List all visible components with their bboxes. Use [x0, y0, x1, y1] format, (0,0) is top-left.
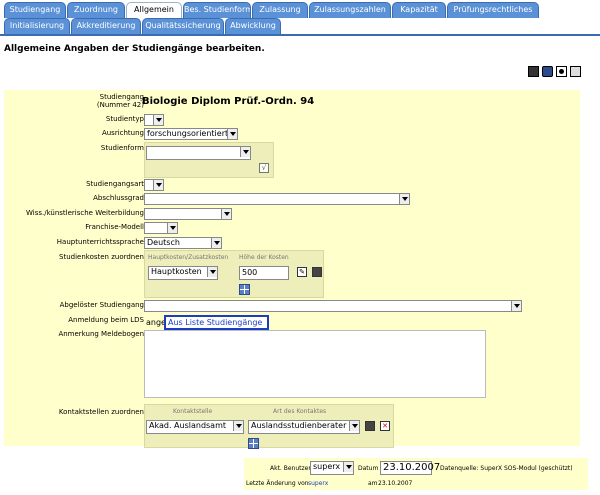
am-datum: 23.10.2007 — [378, 480, 413, 487]
studientyp-label: Studientyp — [105, 115, 144, 123]
kontaktstellen-box: Kontaktstelle Art des Kontaktes Akad. Au… — [144, 404, 394, 449]
tab-initialisierung[interactable]: Initialisierung — [4, 18, 70, 34]
studienkosten-label: Studienkosten zuordnen — [59, 253, 144, 261]
franchise-select[interactable] — [144, 222, 178, 234]
lamp-icon[interactable] — [556, 66, 567, 77]
checkmark-icon[interactable]: √ — [259, 163, 269, 173]
page-title: Allgemeine Angaben der Studiengänge bear… — [4, 44, 265, 54]
letzte-aenderung-user[interactable]: superx — [308, 480, 328, 487]
tab-kapazitaet[interactable]: Kapazität — [392, 2, 446, 18]
studienform-box: √ — [144, 142, 274, 178]
studiengangsart-label: Studiengangsart — [86, 180, 144, 188]
tab-pruefungsrechtliches[interactable]: Prüfungsrechtliches — [447, 2, 539, 18]
kontaktstelle-header: Kontaktstelle — [173, 408, 213, 415]
studienform-select[interactable] — [146, 146, 251, 160]
print-icon[interactable] — [570, 66, 581, 77]
anmerkung-textarea[interactable] — [144, 330, 486, 398]
studiengang-label: Studiengang — [99, 93, 144, 101]
kontaktart-select[interactable]: Auslandsstudienberater — [248, 420, 360, 434]
tab-divider — [0, 34, 600, 36]
delete-icon[interactable]: ✕ — [380, 421, 390, 431]
kontaktstelle-select[interactable]: Akad. Auslandsamt — [146, 420, 244, 434]
benutzer-label: Akt. Benutzer — [270, 465, 311, 472]
studiengang-name: Biologie Diplom Prüf.-Ordn. 94 — [142, 96, 315, 107]
datenquelle-text: Datenquelle: SuperX SOS-Modul (geschützt… — [440, 465, 573, 472]
hauptunterrichtssprache-select[interactable]: Deutsch — [144, 237, 222, 249]
edit-icon[interactable]: ✎ — [297, 267, 307, 277]
datum-label: Datum — [358, 465, 379, 472]
tab-studiengang[interactable]: Studiengang — [4, 2, 66, 18]
kostenhoehe-input[interactable]: 500 — [239, 266, 289, 280]
tab-zulassung[interactable]: Zulassung — [252, 2, 308, 18]
studiengang-number: (Nummer 42) — [96, 101, 144, 109]
save-row-icon[interactable] — [312, 267, 322, 277]
studientyp-select[interactable] — [144, 114, 164, 126]
footer-info: Akt. Benutzer superx Datum 23.10.2007 Da… — [244, 458, 588, 490]
tab-zuordnung[interactable]: Zuordnung — [67, 2, 125, 18]
studienform-label: Studienform — [100, 144, 144, 152]
tab-bes-studienform[interactable]: Bes. Studienform — [183, 2, 251, 18]
kontaktstellen-label: Kontaktstellen zuordnen — [58, 408, 144, 416]
abschlussgrad-select[interactable] — [144, 193, 410, 205]
tab-qualitaetssicherung[interactable]: Qualitätssicherung — [142, 18, 224, 34]
anmeldung-value: ange — [146, 318, 166, 327]
add-row-icon[interactable] — [239, 284, 250, 295]
anmeldung-label: Anmeldung beim LDS — [68, 316, 144, 324]
ausrichtung-label: Ausrichtung — [101, 129, 144, 137]
franchise-label: Franchise-Modell — [85, 223, 144, 231]
anmerkung-label: Anmerkung Meldebogen — [58, 330, 144, 338]
abschlussgrad-label: Abschlussgrad — [93, 194, 144, 202]
weiterbildung-select[interactable] — [144, 208, 232, 220]
hauptunterrichtssprache-label: Hauptunterrichtssprache — [56, 238, 144, 246]
weiterbildung-label: Wiss./künstlerische Weiterbildung — [25, 209, 144, 217]
studiengangsart-select[interactable] — [144, 179, 164, 191]
anmeldung-popup[interactable]: Aus Liste Studiengänge — [164, 315, 269, 330]
save-contact-icon[interactable] — [365, 421, 375, 431]
kostenart-header: Hauptkosten/Zusatzkosten — [148, 254, 229, 261]
tab-zulassungszahlen[interactable]: Zulassungszahlen — [309, 2, 391, 18]
form-area: Studiengang (Nummer 42) Biologie Diplom … — [4, 90, 580, 449]
am-label: am — [368, 480, 378, 487]
datum-input[interactable]: 23.10.2007 — [380, 461, 440, 475]
kontaktart-header: Art des Kontaktes — [273, 408, 327, 415]
add-contact-icon[interactable] — [248, 438, 259, 449]
save-icon[interactable] — [528, 66, 539, 77]
benutzer-select[interactable]: superx — [310, 461, 354, 475]
kostenart-select[interactable]: Hauptkosten — [148, 266, 218, 280]
ausrichtung-select[interactable]: forschungsorientiert — [144, 128, 238, 140]
tab-akkreditierung[interactable]: Akkreditierung — [71, 18, 141, 34]
letzte-aenderung-label: Letzte Änderung von — [246, 480, 309, 487]
tab-allgemein[interactable]: Allgemein — [126, 2, 182, 18]
studienkosten-box: Hauptkosten/Zusatzkosten Höhe der Kosten… — [144, 250, 324, 298]
abgeloester-select[interactable] — [144, 300, 522, 312]
kostenhoehe-header: Höhe der Kosten — [239, 254, 289, 261]
tab-abwicklung[interactable]: Abwicklung — [225, 18, 281, 34]
refresh-icon[interactable] — [542, 66, 553, 77]
abgeloester-label: Abgelöster Studiengang — [59, 301, 144, 309]
